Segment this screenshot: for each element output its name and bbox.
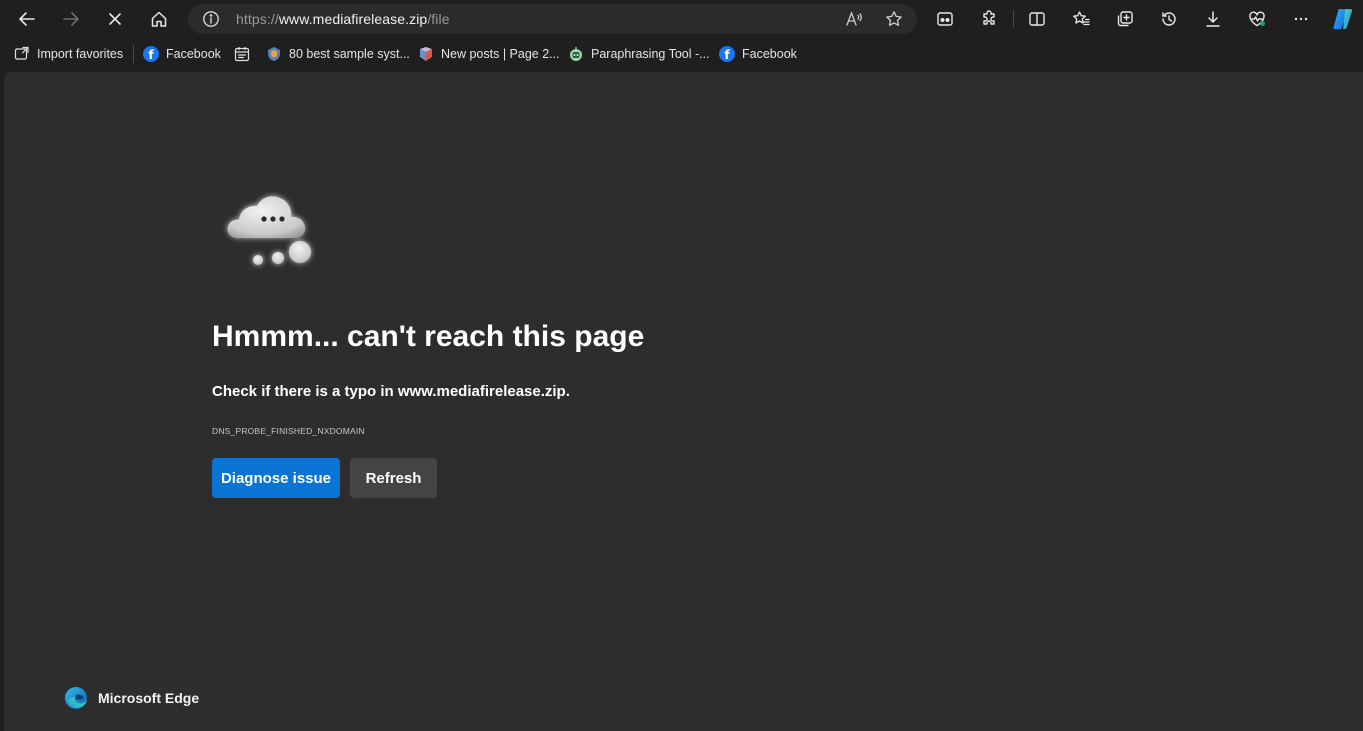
collections-icon xyxy=(1117,11,1133,27)
site-info-icon[interactable] xyxy=(202,10,220,28)
toolbar-divider xyxy=(1013,10,1014,28)
facebook-icon: f xyxy=(719,46,735,62)
forward-arrow-icon xyxy=(63,12,79,26)
split-screen-icon xyxy=(1029,12,1045,26)
thinking-cloud-icon xyxy=(227,196,311,265)
stop-loading-button[interactable] xyxy=(98,3,132,35)
close-icon xyxy=(109,13,121,25)
favorite-import-favorites[interactable]: Import favorites xyxy=(14,44,123,64)
copilot-button[interactable] xyxy=(1326,3,1360,35)
error-code: DNS_PROBE_FINISHED_NXDOMAIN xyxy=(212,426,365,436)
refresh-button[interactable]: Refresh xyxy=(350,458,437,498)
favorite-new-posts[interactable]: New posts | Page 2... xyxy=(418,44,560,64)
settings-menu-button[interactable] xyxy=(1284,3,1318,35)
favorite-label: Paraphrasing Tool -... xyxy=(591,47,710,61)
error-headline: Hmmm... can't reach this page xyxy=(212,320,645,353)
favorite-sample-syst[interactable]: 80 best sample syst... xyxy=(266,44,410,64)
home-button[interactable] xyxy=(142,3,176,35)
heart-pulse-icon xyxy=(1249,11,1265,27)
browser-toolbar: https://www.mediafirelease.zip/file xyxy=(0,0,1363,38)
forward-button[interactable] xyxy=(54,3,88,35)
favorite-paraphrasing-tool[interactable]: Paraphrasing Tool -... xyxy=(568,44,710,64)
favorite-label: Facebook xyxy=(166,47,221,61)
favorite-label: New posts | Page 2... xyxy=(441,47,560,61)
favorite-label: Facebook xyxy=(742,47,797,61)
copilot-icon xyxy=(1333,9,1353,30)
immersive-reader-button[interactable] xyxy=(928,3,962,35)
favorites-button[interactable] xyxy=(1064,3,1098,35)
favorite-label: 80 best sample syst... xyxy=(289,47,410,61)
back-button[interactable] xyxy=(10,3,44,35)
import-favorites-icon xyxy=(14,46,30,62)
home-icon xyxy=(151,11,167,27)
error-page: Hmmm... can't reach this page Check if t… xyxy=(4,72,1363,731)
address-bar[interactable]: https://www.mediafirelease.zip/file xyxy=(188,4,917,34)
download-icon xyxy=(1206,11,1220,27)
split-screen-button[interactable] xyxy=(1020,3,1054,35)
extensions-button[interactable] xyxy=(972,3,1006,35)
facebook-icon: f xyxy=(143,46,159,62)
collections-button[interactable] xyxy=(1108,3,1142,35)
site-icon xyxy=(266,46,282,62)
diagnose-issue-button[interactable]: Diagnose issue xyxy=(212,458,340,498)
edge-logo-icon xyxy=(65,687,87,709)
downloads-button[interactable] xyxy=(1196,3,1230,35)
back-arrow-icon xyxy=(19,12,35,26)
url-host: www.mediafirelease.zip xyxy=(278,11,428,27)
edge-branding: Microsoft Edge xyxy=(64,686,199,710)
favorite-calendar[interactable] xyxy=(234,44,250,64)
more-dots-icon xyxy=(1294,17,1308,21)
url-path: /file xyxy=(427,11,450,27)
history-icon xyxy=(1162,12,1176,26)
immersive-reader-icon xyxy=(937,12,953,26)
site-icon xyxy=(418,46,434,62)
favorites-star-list-icon xyxy=(1073,11,1090,26)
calendar-icon xyxy=(234,46,250,62)
favorite-facebook-2[interactable]: f Facebook xyxy=(719,44,797,64)
url-text[interactable]: https://www.mediafirelease.zip/file xyxy=(236,11,450,27)
history-button[interactable] xyxy=(1152,3,1186,35)
favorites-divider xyxy=(133,45,134,63)
extensions-puzzle-icon xyxy=(983,10,995,25)
read-aloud-icon[interactable] xyxy=(845,10,863,28)
site-icon xyxy=(568,46,584,62)
favorite-label: Import favorites xyxy=(37,47,124,61)
add-favorite-star-icon[interactable] xyxy=(885,10,903,28)
favorite-facebook[interactable]: f Facebook xyxy=(143,44,221,64)
url-scheme: https:// xyxy=(236,11,279,27)
error-message: Check if there is a typo in www.mediafir… xyxy=(212,383,570,400)
favorites-bar: Import favorites f Facebook 80 best samp… xyxy=(0,38,1363,70)
brand-name: Microsoft Edge xyxy=(98,690,200,706)
browser-essentials-button[interactable] xyxy=(1240,3,1274,35)
